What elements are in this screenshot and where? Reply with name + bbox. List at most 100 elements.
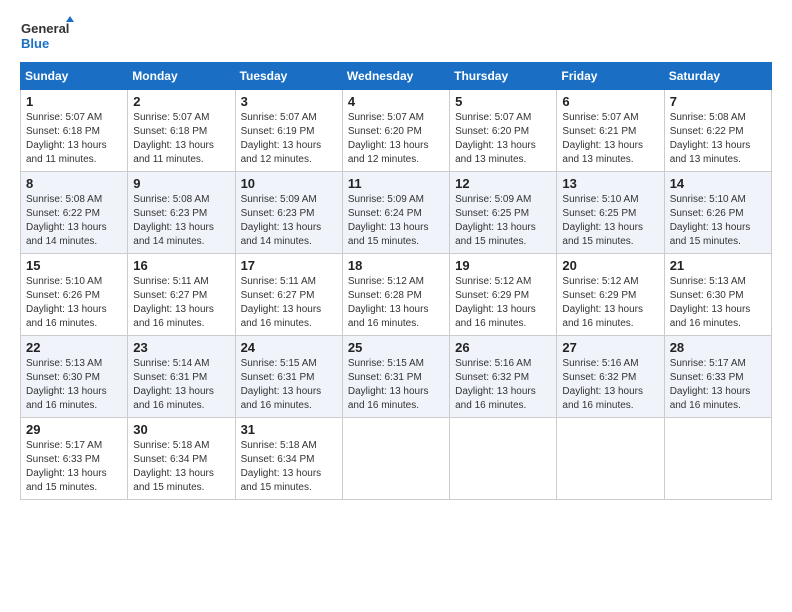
calendar-cell [450,418,557,500]
day-number: 28 [670,340,766,355]
calendar-cell [557,418,664,500]
day-info: Sunrise: 5:09 AMSunset: 6:23 PMDaylight:… [241,193,337,249]
weekday-header-wednesday: Wednesday [342,63,449,90]
header: General Blue [20,16,772,54]
day-info: Sunrise: 5:13 AMSunset: 6:30 PMDaylight:… [26,357,122,413]
day-number: 25 [348,340,444,355]
day-number: 7 [670,94,766,109]
calendar-cell: 25 Sunrise: 5:15 AMSunset: 6:31 PMDayligh… [342,336,449,418]
day-info: Sunrise: 5:08 AMSunset: 6:23 PMDaylight:… [133,193,229,249]
day-number: 6 [562,94,658,109]
day-info: Sunrise: 5:07 AMSunset: 6:18 PMDaylight:… [26,111,122,167]
calendar-cell: 17Sunrise: 5:11 AMSunset: 6:27 PMDayligh… [235,254,342,336]
calendar-cell: 31 Sunrise: 5:18 AMSunset: 6:34 PMDayligh… [235,418,342,500]
calendar-cell: 19Sunrise: 5:12 AMSunset: 6:29 PMDayligh… [450,254,557,336]
day-info: Sunrise: 5:18 AMSunset: 6:34 PMDaylight:… [241,439,337,495]
logo-svg: General Blue [20,16,75,54]
day-info: Sunrise: 5:18 AMSunset: 6:34 PMDaylight:… [133,439,229,495]
calendar-cell: 23 Sunrise: 5:14 AMSunset: 6:31 PMDayligh… [128,336,235,418]
calendar-cell: 7 Sunrise: 5:08 AMSunset: 6:22 PMDaylight… [664,90,771,172]
day-number: 1 [26,94,122,109]
day-info: Sunrise: 5:07 AMSunset: 6:18 PMDaylight:… [133,111,229,167]
calendar-cell: 8Sunrise: 5:08 AMSunset: 6:22 PMDaylight… [21,172,128,254]
day-number: 19 [455,258,551,273]
day-info: Sunrise: 5:08 AMSunset: 6:22 PMDaylight:… [670,111,766,167]
calendar-week-2: 8Sunrise: 5:08 AMSunset: 6:22 PMDaylight… [21,172,772,254]
calendar-cell: 13 Sunrise: 5:10 AMSunset: 6:25 PMDayligh… [557,172,664,254]
day-number: 5 [455,94,551,109]
calendar-cell: 24Sunrise: 5:15 AMSunset: 6:31 PMDayligh… [235,336,342,418]
day-number: 17 [241,258,337,273]
day-number: 15 [26,258,122,273]
calendar-cell: 22 Sunrise: 5:13 AMSunset: 6:30 PMDayligh… [21,336,128,418]
calendar-cell: 6 Sunrise: 5:07 AMSunset: 6:21 PMDaylight… [557,90,664,172]
day-info: Sunrise: 5:13 AMSunset: 6:30 PMDaylight:… [670,275,766,331]
day-number: 23 [133,340,229,355]
day-number: 26 [455,340,551,355]
calendar-week-1: 1 Sunrise: 5:07 AMSunset: 6:18 PMDaylight… [21,90,772,172]
day-number: 3 [241,94,337,109]
day-info: Sunrise: 5:09 AMSunset: 6:24 PMDaylight:… [348,193,444,249]
day-number: 20 [562,258,658,273]
day-number: 10 [241,176,337,191]
day-info: Sunrise: 5:07 AMSunset: 6:20 PMDaylight:… [455,111,551,167]
calendar-cell [342,418,449,500]
day-info: Sunrise: 5:14 AMSunset: 6:31 PMDaylight:… [133,357,229,413]
day-info: Sunrise: 5:10 AMSunset: 6:26 PMDaylight:… [670,193,766,249]
calendar-week-4: 22 Sunrise: 5:13 AMSunset: 6:30 PMDayligh… [21,336,772,418]
calendar-cell: 28 Sunrise: 5:17 AMSunset: 6:33 PMDayligh… [664,336,771,418]
logo: General Blue [20,16,75,54]
calendar-body: 1 Sunrise: 5:07 AMSunset: 6:18 PMDaylight… [21,90,772,500]
day-number: 31 [241,422,337,437]
calendar-cell: 11 Sunrise: 5:09 AMSunset: 6:24 PMDayligh… [342,172,449,254]
day-number: 9 [133,176,229,191]
weekday-header-sunday: Sunday [21,63,128,90]
calendar-cell: 16 Sunrise: 5:11 AMSunset: 6:27 PMDayligh… [128,254,235,336]
day-number: 22 [26,340,122,355]
weekday-header-tuesday: Tuesday [235,63,342,90]
day-info: Sunrise: 5:11 AMSunset: 6:27 PMDaylight:… [133,275,229,331]
calendar-table: SundayMondayTuesdayWednesdayThursdayFrid… [20,62,772,500]
day-number: 29 [26,422,122,437]
calendar-cell: 21Sunrise: 5:13 AMSunset: 6:30 PMDayligh… [664,254,771,336]
weekday-header-thursday: Thursday [450,63,557,90]
calendar-cell: 18Sunrise: 5:12 AMSunset: 6:28 PMDayligh… [342,254,449,336]
calendar-cell: 15 Sunrise: 5:10 AMSunset: 6:26 PMDayligh… [21,254,128,336]
calendar-cell: 30Sunrise: 5:18 AMSunset: 6:34 PMDayligh… [128,418,235,500]
svg-text:Blue: Blue [21,36,49,51]
day-number: 12 [455,176,551,191]
day-number: 27 [562,340,658,355]
calendar-cell: 5 Sunrise: 5:07 AMSunset: 6:20 PMDaylight… [450,90,557,172]
calendar-header-row: SundayMondayTuesdayWednesdayThursdayFrid… [21,63,772,90]
day-info: Sunrise: 5:16 AMSunset: 6:32 PMDaylight:… [562,357,658,413]
day-number: 11 [348,176,444,191]
day-number: 4 [348,94,444,109]
day-info: Sunrise: 5:12 AMSunset: 6:29 PMDaylight:… [562,275,658,331]
calendar-cell: 1 Sunrise: 5:07 AMSunset: 6:18 PMDaylight… [21,90,128,172]
day-info: Sunrise: 5:16 AMSunset: 6:32 PMDaylight:… [455,357,551,413]
calendar-cell: 3Sunrise: 5:07 AMSunset: 6:19 PMDaylight… [235,90,342,172]
day-number: 13 [562,176,658,191]
calendar-cell: 27 Sunrise: 5:16 AMSunset: 6:32 PMDayligh… [557,336,664,418]
day-info: Sunrise: 5:10 AMSunset: 6:26 PMDaylight:… [26,275,122,331]
calendar-cell: 26 Sunrise: 5:16 AMSunset: 6:32 PMDayligh… [450,336,557,418]
calendar-cell: 2 Sunrise: 5:07 AMSunset: 6:18 PMDaylight… [128,90,235,172]
svg-text:General: General [21,21,69,36]
calendar-week-5: 29 Sunrise: 5:17 AMSunset: 6:33 PMDayligh… [21,418,772,500]
day-info: Sunrise: 5:15 AMSunset: 6:31 PMDaylight:… [348,357,444,413]
calendar-cell: 4 Sunrise: 5:07 AMSunset: 6:20 PMDaylight… [342,90,449,172]
day-info: Sunrise: 5:07 AMSunset: 6:20 PMDaylight:… [348,111,444,167]
calendar-cell: 10 Sunrise: 5:09 AMSunset: 6:23 PMDayligh… [235,172,342,254]
day-info: Sunrise: 5:07 AMSunset: 6:21 PMDaylight:… [562,111,658,167]
day-number: 24 [241,340,337,355]
weekday-header-monday: Monday [128,63,235,90]
day-info: Sunrise: 5:10 AMSunset: 6:25 PMDaylight:… [562,193,658,249]
calendar-cell: 12Sunrise: 5:09 AMSunset: 6:25 PMDayligh… [450,172,557,254]
day-number: 2 [133,94,229,109]
day-info: Sunrise: 5:17 AMSunset: 6:33 PMDaylight:… [670,357,766,413]
day-info: Sunrise: 5:17 AMSunset: 6:33 PMDaylight:… [26,439,122,495]
weekday-header-saturday: Saturday [664,63,771,90]
day-number: 16 [133,258,229,273]
calendar-cell: 14Sunrise: 5:10 AMSunset: 6:26 PMDayligh… [664,172,771,254]
day-info: Sunrise: 5:08 AMSunset: 6:22 PMDaylight:… [26,193,122,249]
